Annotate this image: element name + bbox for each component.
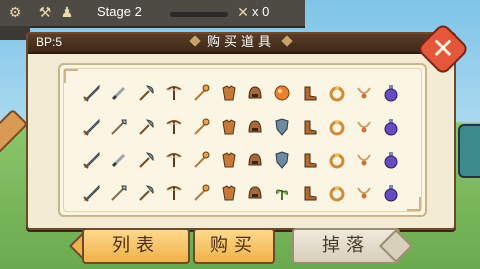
boots-icon[interactable] [299, 182, 321, 204]
wand-icon[interactable] [190, 82, 212, 104]
helmet-icon[interactable] [244, 182, 266, 204]
armor-icon[interactable] [217, 149, 239, 171]
left-arrow-icon[interactable] [0, 108, 29, 156]
crossbow-icon[interactable] [163, 149, 185, 171]
close-x-icon: ✕ [431, 32, 455, 65]
necklace-icon[interactable] [353, 82, 375, 104]
boots-icon[interactable] [299, 82, 321, 104]
helmet-icon[interactable] [244, 82, 266, 104]
orb-icon[interactable] [271, 82, 293, 104]
ring-icon[interactable] [326, 82, 348, 104]
item-grid [58, 63, 427, 217]
right-panel-edge [458, 124, 480, 178]
axe-icon[interactable] [135, 82, 157, 104]
ring-icon[interactable] [326, 149, 348, 171]
sword-icon[interactable] [81, 182, 103, 204]
corner-ornament [64, 69, 78, 83]
sword-icon[interactable] [81, 82, 103, 104]
pickaxe-icon: ⚒ [38, 5, 52, 21]
herb-icon[interactable] [271, 182, 293, 204]
armor-icon[interactable] [217, 182, 239, 204]
helmet-icon[interactable] [244, 149, 266, 171]
potion-icon[interactable] [380, 149, 402, 171]
helmet-icon[interactable] [244, 116, 266, 138]
character-icon: ♟ [60, 5, 74, 21]
spear-icon[interactable] [108, 182, 130, 204]
potion-icon[interactable] [380, 182, 402, 204]
spear-icon[interactable] [108, 116, 130, 138]
potion-icon[interactable] [380, 82, 402, 104]
boots-icon[interactable] [299, 116, 321, 138]
progress-bar [170, 12, 228, 17]
crossbow-icon[interactable] [163, 182, 185, 204]
wand-icon[interactable] [190, 116, 212, 138]
axe-icon[interactable] [135, 116, 157, 138]
corner-ornament [407, 197, 421, 211]
gear-icon[interactable]: ⚙ [6, 4, 24, 22]
necklace-icon[interactable] [353, 149, 375, 171]
dagger-icon[interactable] [108, 82, 130, 104]
tools-count: x 0 [252, 4, 270, 19]
boots-icon[interactable] [299, 149, 321, 171]
shield-icon[interactable] [271, 149, 293, 171]
top-hud: ⚙ ⚒ ♟ Stage 2 ✕ x 0 [0, 0, 305, 28]
armor-icon[interactable] [217, 82, 239, 104]
dialog-title: 购买道具 [28, 34, 454, 52]
armor-icon[interactable] [217, 116, 239, 138]
potion-icon[interactable] [380, 116, 402, 138]
tab-list[interactable]: 列表 [82, 228, 190, 264]
stage-label: Stage 2 [97, 4, 142, 19]
shield-icon[interactable] [271, 116, 293, 138]
axe-icon[interactable] [135, 149, 157, 171]
dagger-icon[interactable] [108, 149, 130, 171]
wand-icon[interactable] [190, 149, 212, 171]
crossbow-icon[interactable] [163, 82, 185, 104]
necklace-icon[interactable] [353, 182, 375, 204]
ring-icon[interactable] [326, 182, 348, 204]
dialog-header: BP:5 购买道具 [28, 34, 454, 54]
tab-buy[interactable]: 购买 [193, 228, 275, 264]
crossed-tools-icon: ✕ [237, 5, 249, 21]
wand-icon[interactable] [190, 182, 212, 204]
axe-icon[interactable] [135, 182, 157, 204]
crossbow-icon[interactable] [163, 116, 185, 138]
necklace-icon[interactable] [353, 116, 375, 138]
sword-icon[interactable] [81, 149, 103, 171]
sword-icon[interactable] [81, 116, 103, 138]
ring-icon[interactable] [326, 116, 348, 138]
